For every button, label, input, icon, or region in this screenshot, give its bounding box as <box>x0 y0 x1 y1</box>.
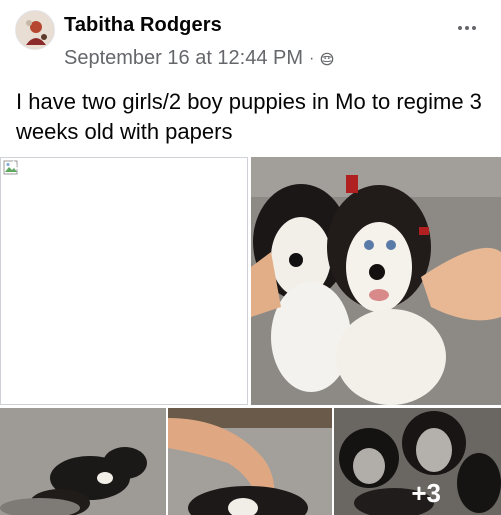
broken-image-tile[interactable] <box>0 157 248 405</box>
puppies-photo-2[interactable] <box>0 408 166 515</box>
dot <box>472 26 476 30</box>
dot <box>458 26 462 30</box>
puppies-photo-more[interactable]: +3 <box>334 408 501 515</box>
more-photos-count: +3 <box>411 478 441 508</box>
puppies-photo-main[interactable] <box>251 157 501 405</box>
puppies-photo-3[interactable] <box>168 408 332 515</box>
post-meta: September 16 at 12:44 PM · <box>64 47 334 70</box>
dot <box>465 26 469 30</box>
more-photos-overlay[interactable]: +3 <box>334 408 501 515</box>
broken-image-icon <box>3 160 19 175</box>
globe-icon[interactable] <box>320 52 334 66</box>
meta-separator: · <box>309 49 315 67</box>
post-timestamp[interactable]: September 16 at 12:44 PM <box>64 47 303 70</box>
post-text: I have two girls/2 boy puppies in Mo to … <box>16 89 482 144</box>
post-card: Tabitha Rodgers September 16 at 12:44 PM… <box>0 0 501 515</box>
author-name[interactable]: Tabitha Rodgers <box>64 14 222 37</box>
more-options-icon[interactable] <box>455 16 479 40</box>
avatar[interactable] <box>15 10 55 50</box>
